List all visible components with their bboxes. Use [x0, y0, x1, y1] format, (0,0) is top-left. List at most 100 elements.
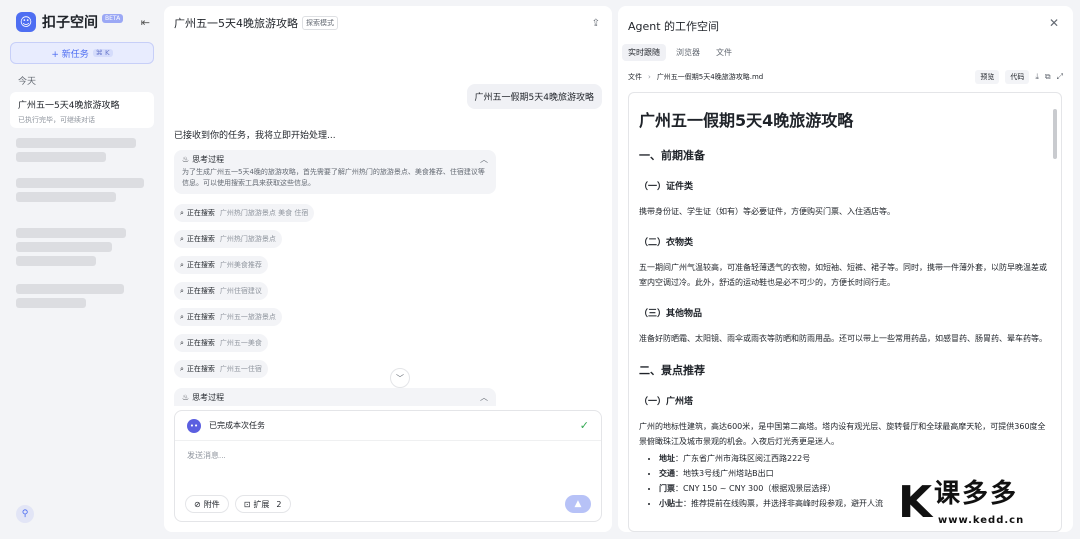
- attach-label: 附件: [203, 499, 220, 509]
- workspace-tabs: 实时跟随 浏览器 文件: [622, 44, 738, 61]
- preview-toggle[interactable]: 预览: [975, 70, 1000, 84]
- search-step[interactable]: ⌕ 正在搜索 广州热门旅游景点: [174, 230, 282, 248]
- doc-subheading: （一）证件类: [639, 182, 694, 192]
- doc-fact-list: 地址：广东省广州市海珠区阅江西路222号 交通：地铁3号线广州塔站B出口 门票：…: [639, 451, 1051, 511]
- thinking-text: 为了生成广州五一5天4晚的旅游攻略，首先需要了解广州热门的旅游景点、美食推荐、住…: [182, 168, 485, 187]
- task-complete-row: •• 已完成本次任务 ✓: [175, 411, 601, 441]
- chevron-up-icon[interactable]: ︿: [480, 392, 488, 403]
- searching-label: 正在搜索: [186, 365, 215, 373]
- new-task-label: + 新任务: [51, 49, 89, 60]
- user-avatar[interactable]: ⚲: [16, 505, 34, 523]
- sidebar: ☺ 扣子空间 BETA ⇤ + 新任务 ⌘ K 今天 广州五一5天4晚旅游攻略 …: [0, 0, 164, 539]
- check-icon: ✓: [579, 419, 589, 432]
- message-composer: •• 已完成本次任务 ✓ ⊘ 附件 ⊡ 扩展 2 ▲: [174, 410, 602, 522]
- searching-label: 正在搜索: [186, 235, 215, 243]
- search-icon: ⌕: [180, 208, 184, 217]
- thinking-label: 思考过程: [192, 392, 225, 402]
- search-icon: ⌕: [180, 260, 184, 269]
- task-complete-label: 已完成本次任务: [209, 421, 265, 430]
- brand[interactable]: ☺ 扣子空间 BETA: [16, 10, 154, 34]
- search-icon: ⌕: [180, 338, 184, 347]
- markdown-document: 广州五一假期5天4晚旅游攻略 一、前期准备 （一）证件类 携带身份证、学生证（如…: [628, 92, 1062, 532]
- extensions-button[interactable]: ⊡ 扩展 2: [234, 495, 291, 513]
- blurred-history: [10, 138, 154, 308]
- extensions-count: 2: [276, 499, 282, 509]
- thinking-block[interactable]: ♨ 思考过程 为了生成广州五一5天4晚的旅游攻略，首先需要了解广州热门的旅游景点…: [174, 150, 496, 194]
- collapse-sidebar-icon[interactable]: ⇤: [141, 16, 150, 29]
- list-item: 小贴士：推荐提前在线购票，并选择非高峰时段参观，避开人流: [659, 496, 1051, 511]
- search-step[interactable]: ⌕ 正在搜索 广州五一住宿: [174, 360, 268, 378]
- doc-paragraph: 广州的地标性建筑，高达600米，是中国第二高塔。塔内设有观光层、旋转餐厅和全球最…: [639, 422, 1046, 446]
- new-task-button[interactable]: + 新任务 ⌘ K: [10, 42, 154, 64]
- tab-files[interactable]: 文件: [710, 44, 738, 61]
- download-icon[interactable]: ⤓: [1035, 72, 1039, 82]
- lightbulb-icon: ♨: [182, 155, 190, 164]
- close-icon[interactable]: ✕: [1049, 16, 1059, 30]
- search-query: 广州五一美食: [219, 339, 262, 347]
- share-icon[interactable]: ⇪: [592, 18, 600, 29]
- agent-workspace-panel: Agent 的工作空间 ✕ 实时跟随 浏览器 文件 文件 › 广州五一假期5天4…: [618, 6, 1073, 532]
- message-input[interactable]: [187, 451, 587, 460]
- search-query: 广州热门旅游景点 美食 住宿: [219, 209, 309, 217]
- scroll-down-button[interactable]: ﹀: [390, 368, 410, 388]
- doc-heading: 二、景点推荐: [639, 364, 705, 377]
- search-query: 广州五一住宿: [219, 365, 262, 373]
- today-section-label: 今天: [18, 77, 37, 87]
- task-title: 广州五一5天4晚旅游攻略: [18, 101, 120, 111]
- search-icon: ⌕: [180, 234, 184, 243]
- chevron-right-icon: ›: [648, 73, 651, 81]
- thinking-label: 思考过程: [192, 155, 225, 164]
- search-icon: ⌕: [180, 364, 184, 373]
- explore-mode-badge: 探索模式: [302, 16, 338, 30]
- search-step[interactable]: ⌕ 正在搜索 广州美食推荐: [174, 256, 268, 274]
- beta-badge: BETA: [102, 13, 124, 23]
- code-toggle[interactable]: 代码: [1005, 70, 1030, 84]
- extension-icon: ⊡: [243, 499, 251, 509]
- searching-label: 正在搜索: [186, 287, 215, 295]
- list-item: 地址：广东省广州市海珠区阅江西路222号: [659, 451, 1051, 466]
- doc-subheading: （二）衣物类: [639, 238, 694, 248]
- expand-icon[interactable]: ⤢: [1057, 72, 1063, 82]
- send-button[interactable]: ▲: [565, 495, 591, 513]
- search-step[interactable]: ⌕ 正在搜索 广州五一美食: [174, 334, 268, 352]
- breadcrumb-root[interactable]: 文件: [628, 72, 642, 82]
- bot-avatar-icon: ••: [187, 418, 201, 433]
- assistant-ack: 已接收到你的任务，我将立即开始处理...: [174, 131, 336, 141]
- brand-name: 扣子空间: [42, 15, 98, 31]
- doc-subheading: （一）广州塔: [639, 397, 694, 407]
- search-icon: ⌕: [180, 286, 184, 295]
- tab-browser[interactable]: 浏览器: [670, 44, 706, 61]
- search-query: 广州五一旅游景点: [219, 313, 276, 321]
- paperclip-icon: ⊘: [194, 499, 201, 509]
- doc-paragraph: 携带身份证、学生证（如有）等必要证件，方便购买门票、入住酒店等。: [639, 207, 895, 216]
- lightbulb-icon: ♨: [182, 392, 190, 402]
- searching-label: 正在搜索: [186, 339, 215, 347]
- search-query: 广州美食推荐: [219, 261, 262, 269]
- chevron-up-icon[interactable]: ︿: [480, 154, 488, 165]
- list-item: 门票：CNY 150 ~ CNY 300（根据观景层选择）: [659, 481, 1051, 496]
- doc-subheading: （三）其他物品: [639, 309, 703, 319]
- list-item: 交通：地铁3号线广州塔站B出口: [659, 466, 1051, 481]
- search-step[interactable]: ⌕ 正在搜索 广州住宿建议: [174, 282, 268, 300]
- user-message: 广州五一假期5天4晚旅游攻略: [466, 84, 602, 109]
- task-subtitle: 已执行完毕，可继续对话: [18, 116, 95, 124]
- search-step[interactable]: ⌕ 正在搜索 广州热门旅游景点 美食 住宿: [174, 204, 315, 222]
- new-task-shortcut: ⌘ K: [92, 49, 113, 57]
- chat-title: 广州五一5天4晚旅游攻略: [174, 17, 298, 30]
- search-step[interactable]: ⌕ 正在搜索 广州五一旅游景点: [174, 308, 282, 326]
- coze-logo-icon: ☺: [16, 12, 36, 32]
- doc-scrollbar[interactable]: [1053, 109, 1057, 159]
- extensions-label: 扩展: [253, 499, 270, 509]
- tab-live-follow[interactable]: 实时跟随: [622, 44, 666, 61]
- search-query: 广州热门旅游景点: [219, 235, 276, 243]
- task-item[interactable]: 广州五一5天4晚旅游攻略 已执行完毕，可继续对话: [10, 92, 154, 128]
- doc-paragraph: 五一期间广州气温较高，可准备轻薄透气的衣物，如短袖、短裤、裙子等。同时，携带一件…: [639, 263, 1047, 287]
- attach-button[interactable]: ⊘ 附件: [185, 495, 229, 513]
- breadcrumb-file: 广州五一假期5天4晚旅游攻略.md: [656, 73, 764, 81]
- search-icon: ⌕: [180, 312, 184, 321]
- chat-panel: 广州五一5天4晚旅游攻略 探索模式 ⇪ 广州五一假期5天4晚旅游攻略 已接收到你…: [164, 6, 612, 532]
- thinking-block-collapsed[interactable]: ♨ 思考过程 ︿: [174, 388, 496, 406]
- copy-icon[interactable]: ⧉: [1045, 72, 1051, 82]
- doc-title: 广州五一假期5天4晚旅游攻略: [639, 111, 854, 130]
- chat-header: 广州五一5天4晚旅游攻略 探索模式: [174, 6, 602, 40]
